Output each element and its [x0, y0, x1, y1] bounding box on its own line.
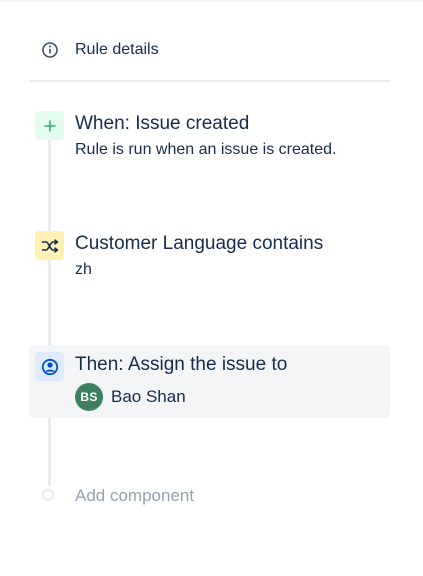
condition-title: Customer Language contains: [75, 233, 324, 254]
top-edge: [0, 0, 423, 2]
user-avatar-icon: [35, 352, 64, 381]
info-icon: [41, 41, 59, 59]
assignee: BS Bao Shan: [75, 383, 186, 411]
rule-details-link[interactable]: Rule details: [29, 28, 390, 74]
rule-details-label: Rule details: [75, 41, 159, 58]
divider: [29, 80, 390, 82]
action-title: Then: Assign the issue to: [75, 354, 288, 375]
assignee-name: Bao Shan: [111, 387, 186, 406]
action-step[interactable]: Then: Assign the issue to BS Bao Shan: [29, 345, 390, 418]
add-component-button[interactable]: Add component: [29, 480, 390, 512]
trigger-step[interactable]: When: Issue created Rule is run when an …: [29, 104, 390, 164]
shuffle-icon: [35, 231, 64, 260]
condition-step[interactable]: Customer Language contains zh: [29, 224, 390, 284]
timeline-line: [48, 130, 51, 486]
add-component-label: Add component: [75, 486, 195, 505]
condition-value: zh: [75, 261, 92, 278]
trigger-description: Rule is run when an issue is created.: [75, 141, 337, 158]
plus-icon: [35, 111, 64, 140]
timeline-end-dot: [42, 489, 54, 501]
avatar: BS: [75, 383, 103, 411]
trigger-title: When: Issue created: [75, 113, 250, 134]
